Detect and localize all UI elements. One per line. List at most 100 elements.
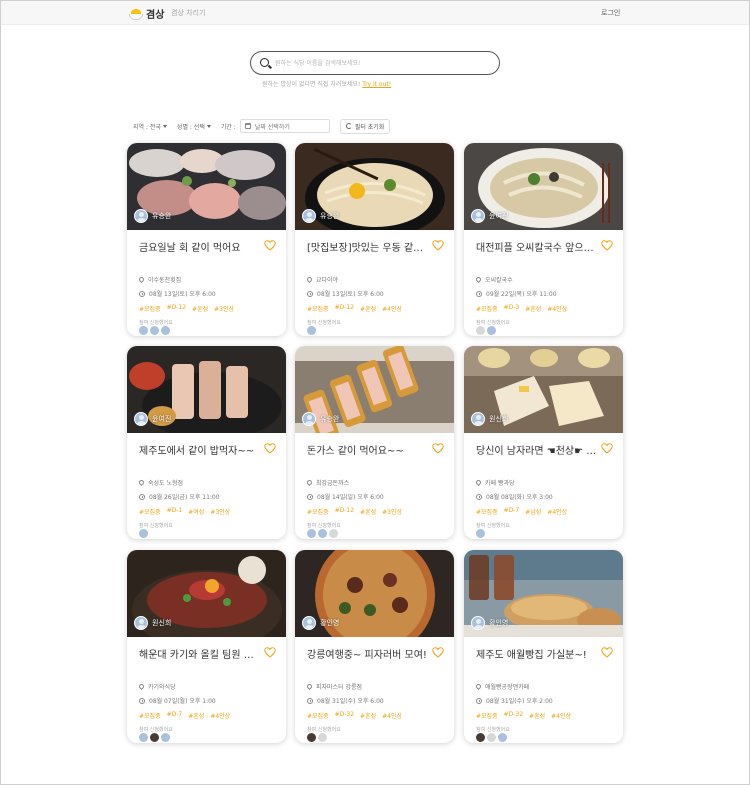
- participant-avatar: [476, 529, 485, 538]
- avatar: [471, 616, 485, 630]
- card-datetime: 08월 07일(월) 오후 1:00: [139, 696, 216, 705]
- author-name: 유승완: [152, 212, 172, 220]
- create-table-link[interactable]: 겸상 차리기: [171, 8, 205, 18]
- search-bar[interactable]: [250, 51, 500, 75]
- meetup-card[interactable]: 유승완금요일날 회 같이 먹어요이수동천횟집 08월 13일(토) 오후 6:00…: [127, 143, 286, 336]
- tag: #모집중: [139, 713, 161, 720]
- tag: #4인상: [551, 713, 572, 720]
- tag: #여성: [188, 509, 205, 516]
- clock-icon: [476, 290, 482, 297]
- participant-avatar: [307, 529, 316, 538]
- tag: #4인상: [382, 713, 403, 720]
- meetup-card[interactable]: 원신희당신이 남자라면 ☚천상☛ 오세요카페 빵과당 08월 08일(화) 오후 …: [464, 346, 623, 539]
- heart-icon[interactable]: [432, 443, 444, 454]
- card-title[interactable]: 강릉여행중~ 피자러버 모여!: [307, 646, 429, 661]
- participant-avatar: [161, 733, 170, 742]
- tag: #모집중: [139, 509, 161, 516]
- participant-list: [307, 529, 338, 538]
- datetime-text: 08월 08일(화) 오후 3:00: [486, 494, 553, 501]
- tag: #혼성: [360, 306, 377, 313]
- tag: #D-3: [503, 304, 520, 311]
- heart-icon[interactable]: [264, 647, 276, 658]
- author-name: 원신희: [152, 619, 172, 627]
- location-pin-icon: [305, 682, 314, 691]
- card-location: 이수동천횟집: [137, 275, 182, 284]
- applicants-label: 참여 신청했어요: [139, 523, 173, 529]
- card-title[interactable]: 금요일날 회 같이 먹어요: [139, 239, 261, 254]
- card-datetime: 08월 31일(수) 오후 2:00: [476, 696, 553, 705]
- location-text: 이수동천횟집: [148, 277, 182, 284]
- datetime-text: 08월 31일(수) 오후 6:00: [317, 698, 384, 705]
- meetup-card[interactable]: 황인영 제주도 애월빵집 가실분~! 애월빵공장앤카페 08월 31일(수) 오후 2…: [464, 550, 623, 743]
- heart-icon[interactable]: [264, 240, 276, 251]
- card-title[interactable]: 제주도 애월빵집 가실분~!: [476, 646, 598, 661]
- datetime-text: 08월 07일(월) 오후 1:00: [149, 698, 216, 705]
- search-icon[interactable]: [260, 58, 269, 67]
- reset-filters-label: 필터 초기화: [354, 123, 385, 131]
- card-tags: #모집중 #D-32 #혼성 #4인상: [307, 711, 402, 720]
- participant-list: [476, 326, 496, 335]
- card-title[interactable]: 돈가스 같이 먹어요~~: [307, 442, 429, 457]
- card-title[interactable]: [맛집보장]맛있는 우동 같이 먹어요: [307, 239, 429, 254]
- reset-filters-button[interactable]: 필터 초기화: [339, 118, 391, 134]
- heart-icon[interactable]: [264, 443, 276, 454]
- date-picker-field[interactable]: 날짜 선택하기: [239, 119, 330, 133]
- clock-icon: [307, 290, 313, 297]
- card-title[interactable]: 당신이 남자라면 ☚천상☛ 오세요: [476, 442, 598, 457]
- participant-list: [307, 733, 327, 742]
- tag: #모집중: [307, 713, 329, 720]
- tag: #4인상: [547, 509, 568, 516]
- search-input[interactable]: [275, 56, 490, 70]
- card-title[interactable]: 해운대 카기와 올킬 팀원 모집: [139, 646, 261, 661]
- participant-avatar: [139, 733, 148, 742]
- applicants-label: 참여 신청했어요: [307, 523, 341, 529]
- applicants-label: 참여 신청했어요: [307, 320, 341, 326]
- meetup-card[interactable]: 유승완 돈가스 같이 먹어요~~ 최강금돈까스 08월 14일(일) 오후 6:00 #…: [295, 346, 454, 539]
- tag: #모집중: [307, 306, 329, 313]
- card-location: 오씨칼국수: [474, 275, 513, 284]
- meetup-card[interactable]: 황인영 강릉여행중~ 피자러버 모여! 피자마스터 강릉점 08월 31일(수) 오후…: [295, 550, 454, 743]
- tag: #D-7: [166, 711, 183, 718]
- author-name: 윤여진: [152, 415, 172, 423]
- heart-icon[interactable]: [601, 647, 613, 658]
- tag: #모집중: [139, 306, 161, 313]
- card-datetime: 08월 13일(토) 오후 6:00: [139, 289, 216, 298]
- tag: #D-1: [166, 507, 183, 514]
- heart-icon[interactable]: [601, 240, 613, 251]
- gender-filter[interactable]: 성별 : 선택: [177, 122, 211, 131]
- card-tags: #모집중 #D-7 #남성 #4인상: [476, 507, 567, 516]
- meetup-card[interactable]: 유승완 [맛집보장]맛있는 우동 같이 먹어요교다이야 08월 13일(토) 오후 …: [295, 143, 454, 336]
- author-name: 황인영: [489, 619, 509, 627]
- card-location: 교다이야: [305, 275, 338, 284]
- region-filter[interactable]: 지역 : 전국: [133, 122, 167, 131]
- location-text: 카페 빵과당: [485, 480, 515, 487]
- refresh-icon: [345, 123, 352, 129]
- card-tags: #모집중 #D-7 #혼성 #4인상: [139, 711, 230, 720]
- hint-text: 원하는 밥상이 없다면 직접 차려보세요!: [262, 81, 361, 88]
- applicants-label: 참여 신청했어요: [139, 320, 173, 326]
- card-author: 유승완: [302, 209, 339, 223]
- meetup-card[interactable]: 원신희해운대 카기와 올킬 팀원 모집카기와식당 08월 07일(월) 오후 1:…: [127, 550, 286, 743]
- tag: #혼성: [192, 306, 209, 313]
- location-pin-icon: [474, 682, 483, 691]
- try-it-out-link[interactable]: Try it out!: [362, 81, 391, 88]
- tag: #D-12: [334, 507, 355, 514]
- meetup-card[interactable]: 윤여진대전피플 오씨칼국수 앞으로 모여라오씨칼국수 09월 22일(목) 오후 …: [464, 143, 623, 336]
- card-title[interactable]: 대전피플 오씨칼국수 앞으로 모여라: [476, 239, 598, 254]
- logo[interactable]: 겸상: [129, 6, 164, 21]
- card-title[interactable]: 제주도에서 같이 밥먹자~~: [139, 442, 261, 457]
- heart-icon[interactable]: [432, 240, 444, 251]
- location-text: 최강금돈까스: [316, 480, 350, 487]
- heart-icon[interactable]: [432, 647, 444, 658]
- card-author: 유승완: [302, 412, 339, 426]
- card-author: 유승완: [134, 209, 171, 223]
- location-pin-icon: [305, 275, 314, 284]
- location-text: 카기와식당: [148, 684, 176, 691]
- login-link[interactable]: 로그인: [601, 8, 620, 18]
- participant-avatar: [150, 733, 159, 742]
- tag: #모집중: [476, 306, 498, 313]
- tag: #혼성: [525, 306, 542, 313]
- meetup-card[interactable]: 윤여진 제주도에서 같이 밥먹자~~ 숙성도 노형점 08월 26일(금) 오후 11…: [127, 346, 286, 539]
- heart-icon[interactable]: [601, 443, 613, 454]
- participant-avatar: [476, 733, 485, 742]
